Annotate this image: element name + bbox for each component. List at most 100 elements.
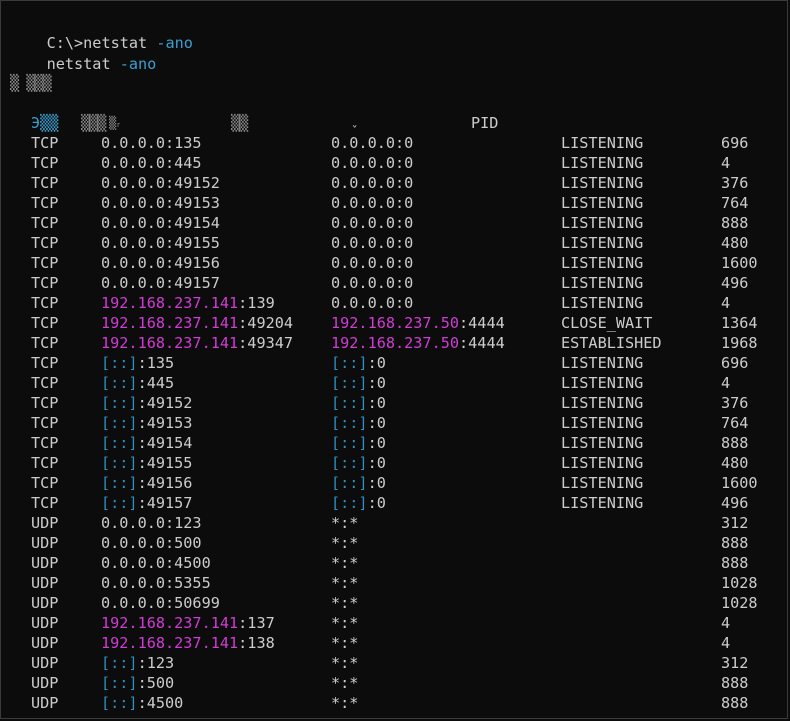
state-text: LISTENING bbox=[561, 154, 644, 172]
proto-text: TCP bbox=[31, 194, 59, 212]
local-address-cell: 192.168.237.141:137 bbox=[101, 613, 275, 633]
state-cell: LISTENING bbox=[561, 413, 643, 433]
local-port: 0.0.0.0:49156 bbox=[101, 254, 220, 272]
local-ip: 192.168.237.141 bbox=[101, 314, 239, 332]
foreign-port: :0 bbox=[367, 454, 386, 472]
foreign-port: :4444 bbox=[459, 314, 505, 332]
proto-text: TCP bbox=[31, 434, 59, 452]
local-address-cell: [::]:49155 bbox=[101, 453, 192, 473]
local-port: 0.0.0.0:49157 bbox=[101, 274, 220, 292]
header-foreign: ▒▒ bbox=[231, 114, 248, 132]
state-text: LISTENING bbox=[561, 474, 644, 492]
local-ipv6: [::] bbox=[101, 354, 138, 372]
table-row: TCP [::]:135 [::]:0 LISTENING 696 bbox=[10, 353, 780, 373]
local-port: 0.0.0.0:123 bbox=[101, 514, 202, 532]
local-ipv6: [::] bbox=[101, 394, 138, 412]
proto-cell: TCP bbox=[31, 393, 58, 413]
local-address-cell: 0.0.0.0:49152 bbox=[101, 173, 220, 193]
pid-cell: 888 bbox=[721, 533, 748, 553]
local-port: :49347 bbox=[238, 334, 294, 352]
terminal-window[interactable]: C:\>netstat -ano netstat -ano ▒ ▒▒▒ Э▒▒ … bbox=[0, 0, 788, 719]
proto-text: UDP bbox=[31, 634, 59, 652]
local-address-cell: [::]:135 bbox=[101, 353, 174, 373]
foreign-port: :0 bbox=[367, 374, 386, 392]
foreign-address-cell: *:* bbox=[331, 673, 358, 693]
prompt-line: C:\>netstat -ano bbox=[10, 13, 193, 52]
echo-line: netstat -ano bbox=[10, 34, 157, 73]
foreign-address-cell: [::]:0 bbox=[331, 453, 386, 473]
table-row: TCP 0.0.0.0:49153 0.0.0.0:0 LISTENING 764 bbox=[10, 193, 780, 213]
proto-cell: TCP bbox=[31, 453, 58, 473]
foreign-address-cell: 0.0.0.0:0 bbox=[331, 233, 413, 253]
foreign-address-cell: *:* bbox=[331, 513, 358, 533]
local-address-cell: 0.0.0.0:49157 bbox=[101, 273, 220, 293]
proto-cell: UDP bbox=[31, 653, 58, 673]
proto-cell: TCP bbox=[31, 333, 58, 353]
local-port: :123 bbox=[137, 654, 175, 672]
table-row: TCP 0.0.0.0:49157 0.0.0.0:0 LISTENING 496 bbox=[10, 273, 780, 293]
local-port: :49156 bbox=[137, 474, 193, 492]
state-cell: LISTENING bbox=[561, 493, 643, 513]
foreign-ipv6: [::] bbox=[331, 494, 368, 512]
table-row: TCP 0.0.0.0:135 0.0.0.0:0 LISTENING 696 bbox=[10, 133, 780, 153]
proto-cell: TCP bbox=[31, 413, 58, 433]
foreign-address-cell: 0.0.0.0:0 bbox=[331, 253, 413, 273]
foreign-ip: 192.168.237.50 bbox=[331, 334, 460, 352]
foreign-port: *:* bbox=[331, 614, 359, 632]
local-port: :49153 bbox=[137, 414, 193, 432]
table-row: UDP 192.168.237.141:137 *:* 4 bbox=[10, 613, 780, 633]
foreign-address-cell: [::]:0 bbox=[331, 473, 386, 493]
local-ip: 192.168.237.141 bbox=[101, 294, 239, 312]
foreign-port: *:* bbox=[331, 674, 359, 692]
proto-text: TCP bbox=[31, 134, 59, 152]
foreign-port: 0.0.0.0:0 bbox=[331, 214, 414, 232]
table-row: TCP [::]:445 [::]:0 LISTENING 4 bbox=[10, 373, 780, 393]
pid-cell: 764 bbox=[721, 413, 748, 433]
pid-cell: 696 bbox=[721, 353, 748, 373]
state-text: CLOSE_WAIT bbox=[561, 314, 653, 332]
local-port: 0.0.0.0:49153 bbox=[101, 194, 220, 212]
local-address-cell: 0.0.0.0:49156 bbox=[101, 253, 220, 273]
proto-cell: TCP bbox=[31, 253, 58, 273]
state-cell: LISTENING bbox=[561, 433, 643, 453]
foreign-port: *:* bbox=[331, 634, 359, 652]
pid-cell: 1028 bbox=[721, 573, 758, 593]
pid-cell: 1364 bbox=[721, 313, 758, 333]
proto-cell: TCP bbox=[31, 233, 58, 253]
proto-text: TCP bbox=[31, 394, 59, 412]
table-row: UDP 0.0.0.0:50699 *:* 1028 bbox=[10, 593, 780, 613]
table-row: TCP 192.168.237.141:49347 192.168.237.50:4… bbox=[10, 333, 780, 353]
local-port: :139 bbox=[238, 294, 275, 312]
foreign-address-cell: [::]:0 bbox=[331, 373, 386, 393]
local-address-cell: 0.0.0.0:49153 bbox=[101, 193, 220, 213]
foreign-port: :4444 bbox=[459, 334, 505, 352]
table-row: TCP [::]:49155 [::]:0 LISTENING 480 bbox=[10, 453, 780, 473]
local-port: 0.0.0.0:445 bbox=[101, 154, 202, 172]
foreign-port: 0.0.0.0:0 bbox=[331, 154, 414, 172]
foreign-port: :0 bbox=[367, 434, 386, 452]
pid-text: 888 bbox=[721, 554, 749, 572]
section-title: ▒ ▒▒▒ bbox=[10, 74, 52, 92]
table-row: UDP 0.0.0.0:123 *:* 312 bbox=[10, 513, 780, 533]
foreign-port: *:* bbox=[331, 594, 359, 612]
local-ip: 192.168.237.141 bbox=[101, 334, 239, 352]
state-cell: LISTENING bbox=[561, 473, 643, 493]
foreign-address-cell: 0.0.0.0:0 bbox=[331, 213, 413, 233]
pid-cell: 888 bbox=[721, 213, 748, 233]
state-text: LISTENING bbox=[561, 174, 644, 192]
pid-text: 312 bbox=[721, 514, 749, 532]
state-text: LISTENING bbox=[561, 134, 644, 152]
pid-cell: 4 bbox=[721, 633, 730, 653]
local-port: :49157 bbox=[137, 494, 193, 512]
pid-text: 888 bbox=[721, 534, 749, 552]
foreign-port: *:* bbox=[331, 654, 359, 672]
table-row: TCP 0.0.0.0:49155 0.0.0.0:0 LISTENING 480 bbox=[10, 233, 780, 253]
proto-text: TCP bbox=[31, 294, 59, 312]
local-ipv6: [::] bbox=[101, 654, 138, 672]
state-text: LISTENING bbox=[561, 354, 644, 372]
proto-text: TCP bbox=[31, 374, 59, 392]
pid-text: 888 bbox=[721, 214, 749, 232]
pid-cell: 1028 bbox=[721, 593, 758, 613]
pid-cell: 312 bbox=[721, 653, 748, 673]
local-port: :500 bbox=[137, 674, 175, 692]
